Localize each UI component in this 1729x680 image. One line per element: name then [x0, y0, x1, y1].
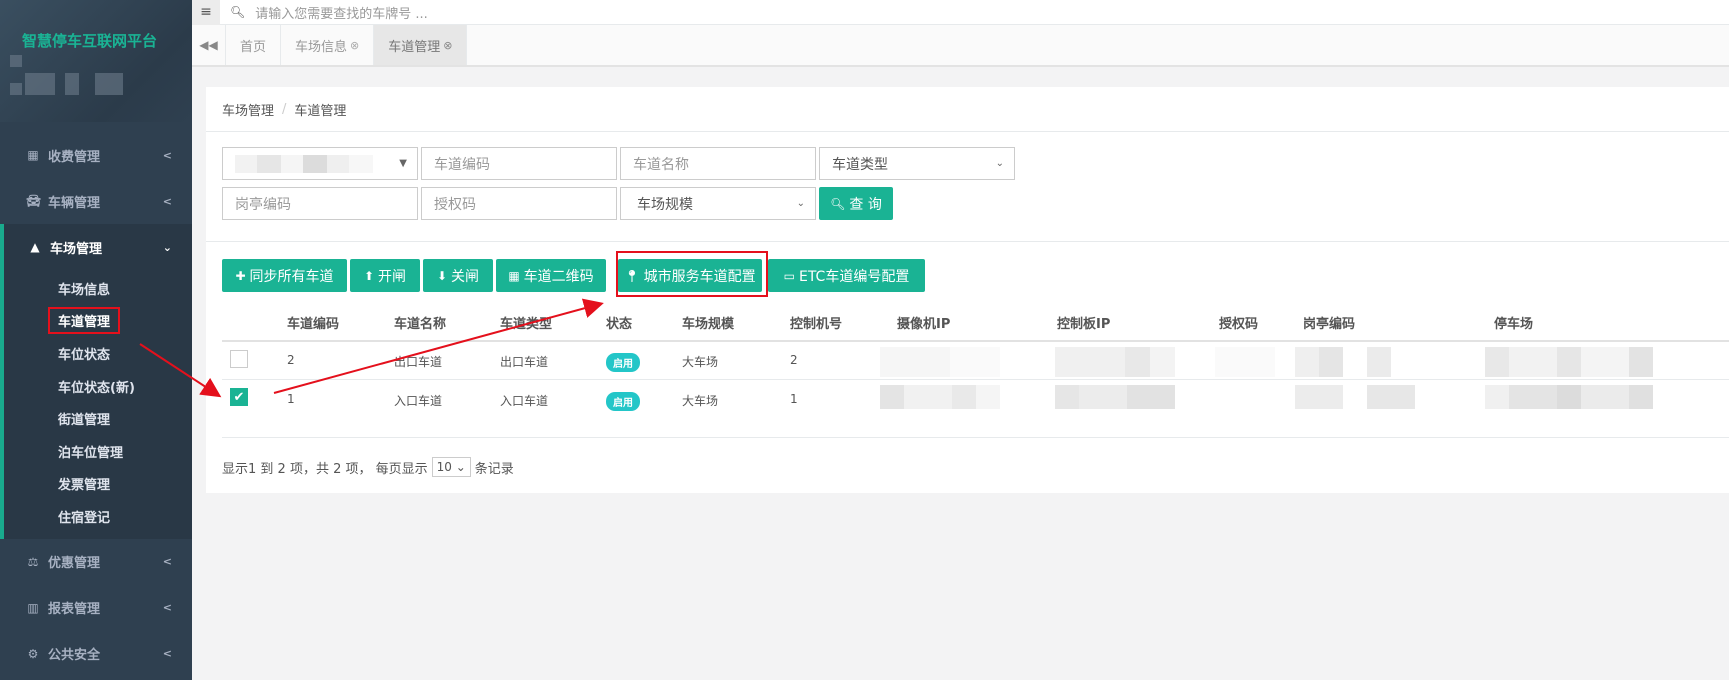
annotation-arrow-to-button	[273, 298, 604, 394]
annotation-arrow-to-checkbox	[139, 343, 222, 398]
annotation-arrows	[139, 298, 604, 398]
